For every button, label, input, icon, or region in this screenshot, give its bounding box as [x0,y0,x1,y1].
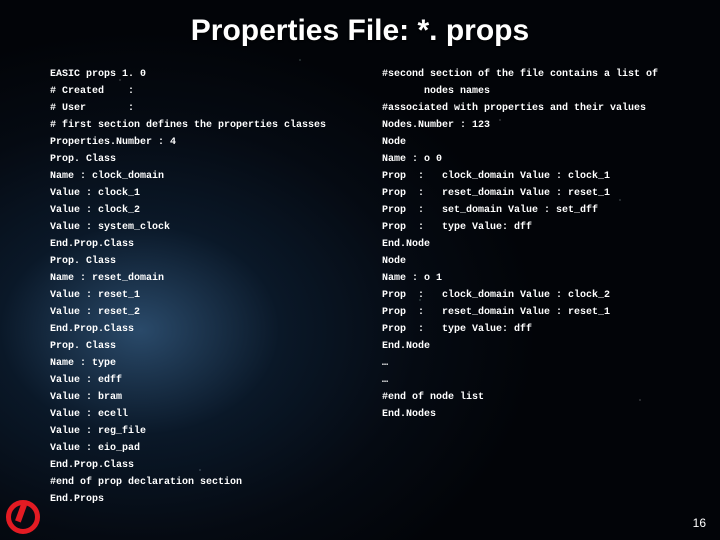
slide: Properties File: *. props EASIC props 1.… [0,0,720,540]
right-code-column: #second section of the file contains a l… [382,66,686,506]
page-number: 16 [693,516,706,530]
slide-title: Properties File: *. props [0,14,720,48]
content-columns: EASIC props 1. 0 # Created : # User : # … [50,66,686,506]
logo-icon [6,500,40,534]
left-code-column: EASIC props 1. 0 # Created : # User : # … [50,66,354,506]
